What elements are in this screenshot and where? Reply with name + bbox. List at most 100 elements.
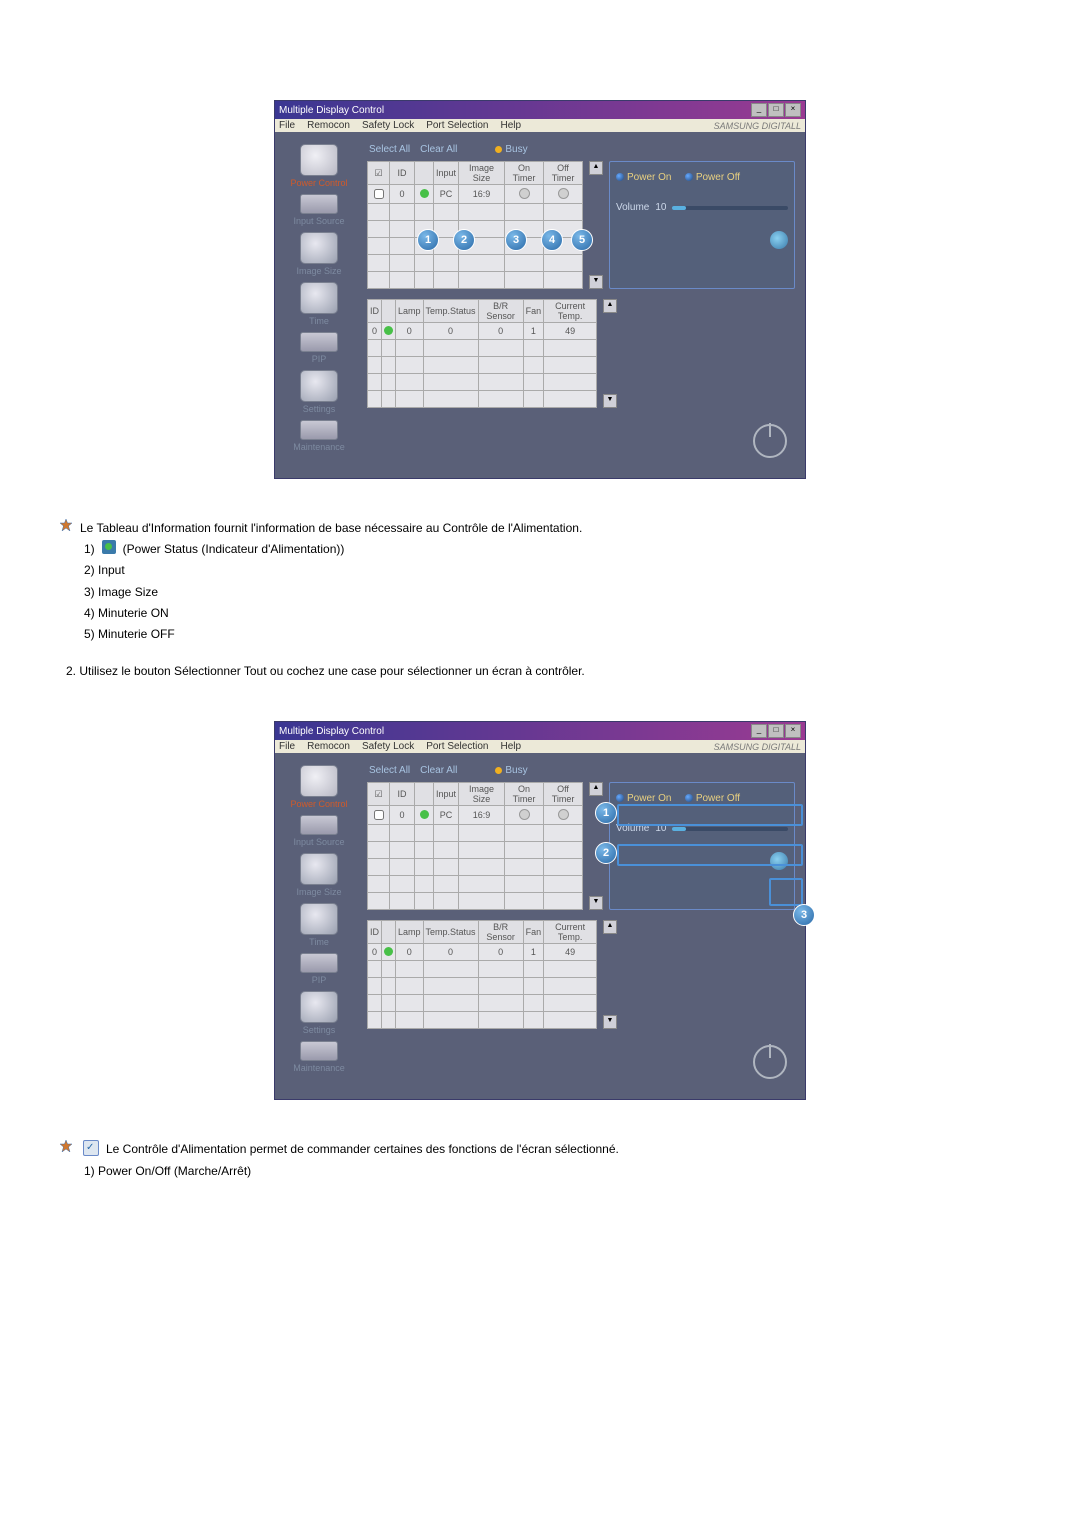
scroll-up-button[interactable]: ▲	[589, 782, 603, 796]
busy-indicator: Busy	[495, 144, 527, 155]
status-dot-icon	[420, 189, 429, 198]
sidebar-item-settings[interactable]: Settings	[285, 991, 353, 1035]
table-row[interactable]: 0 PC 16:9	[368, 185, 583, 204]
busy-dot-icon	[495, 767, 502, 774]
status-table: ID Lamp Temp.Status B/R Sensor Fan Curre…	[367, 920, 597, 1029]
sidebar-item-pip[interactable]: PIP	[285, 953, 353, 985]
minimize-button[interactable]: _	[751, 103, 767, 117]
select-all-button[interactable]: Select All	[369, 144, 410, 155]
sidebar-item-image-size[interactable]: Image Size	[285, 232, 353, 276]
sidebar-item-pip[interactable]: PIP	[285, 332, 353, 364]
menu-help[interactable]: Help	[500, 120, 521, 131]
off-timer-icon	[558, 188, 569, 199]
volume-value: 10	[655, 823, 666, 834]
off-timer-icon	[558, 809, 569, 820]
col-status	[415, 162, 434, 185]
volume-slider[interactable]	[672, 827, 788, 831]
menu-port-selection[interactable]: Port Selection	[426, 120, 488, 131]
scroll-up-button[interactable]: ▲	[603, 920, 617, 934]
col-image-size: Image Size	[459, 162, 505, 185]
desc2-l1: 1) Power On/Off (Marche/Arrêt)	[84, 1162, 251, 1181]
maximize-button[interactable]: □	[768, 103, 784, 117]
annotation2-3: 3	[793, 904, 815, 926]
speaker-icon[interactable]	[770, 231, 788, 249]
col-input: Input	[434, 162, 459, 185]
sidebar-item-power-control[interactable]: Power Control	[285, 144, 353, 188]
minimize-button[interactable]: _	[751, 724, 767, 738]
scroll-down-button[interactable]: ▼	[603, 1015, 617, 1029]
scroll-down-button[interactable]: ▼	[603, 394, 617, 408]
sidebar-item-input-source[interactable]: Input Source	[285, 815, 353, 847]
power-off-button[interactable]: Power Off	[685, 172, 740, 183]
sidebar-item-time[interactable]: Time	[285, 903, 353, 947]
power-symbol-icon	[753, 424, 787, 458]
close-button[interactable]: ×	[785, 724, 801, 738]
sidebar-item-maintenance[interactable]: Maintenance	[285, 420, 353, 452]
menu-safety-lock[interactable]: Safety Lock	[362, 120, 414, 131]
status-table: ID Lamp Temp.Status B/R Sensor Fan Curre…	[367, 299, 597, 408]
menu-help[interactable]: Help	[500, 741, 521, 752]
col-lamp: Lamp	[396, 300, 424, 323]
menubar: File Remocon Safety Lock Port Selection …	[275, 119, 805, 132]
sidebar-item-power-control[interactable]: Power Control	[285, 765, 353, 809]
star-icon	[60, 1140, 72, 1152]
clear-all-button[interactable]: Clear All	[420, 144, 457, 155]
checkbox-inline-icon	[83, 1140, 99, 1156]
annotation-5: 5	[571, 229, 593, 251]
close-button[interactable]: ×	[785, 103, 801, 117]
power-controls-panel: Power On Power Off Volume 10	[609, 161, 795, 289]
pip-icon	[300, 953, 338, 973]
menu-safety-lock[interactable]: Safety Lock	[362, 741, 414, 752]
input-source-icon	[300, 815, 338, 835]
power-on-button[interactable]: Power On	[616, 172, 671, 183]
scroll-up-button[interactable]: ▲	[603, 299, 617, 313]
sidebar-item-settings[interactable]: Settings	[285, 370, 353, 414]
sidebar-item-input-source[interactable]: Input Source	[285, 194, 353, 226]
app-window-2: Multiple Display Control _ □ × File Remo…	[274, 721, 806, 1100]
power-off-button[interactable]: Power Off	[685, 793, 740, 804]
scroll-down-button[interactable]: ▼	[589, 896, 603, 910]
status-dot-icon	[384, 947, 393, 956]
volume-slider[interactable]	[672, 206, 788, 210]
status-dot-icon	[420, 810, 429, 819]
info-table: ☑ ID Input Image Size On Timer Off Timer	[367, 782, 583, 910]
desc1-step2: 2. Utilisez le bouton Sélectionner Tout …	[66, 662, 585, 681]
clear-all-button[interactable]: Clear All	[420, 765, 457, 776]
table-row[interactable]: 0 0 0 0 1 49	[368, 323, 597, 340]
on-timer-icon	[519, 809, 530, 820]
desc1-l3: 3) Image Size	[84, 583, 158, 602]
table-row[interactable]: 0 0 0 0 1 49	[368, 944, 597, 961]
maximize-button[interactable]: □	[768, 724, 784, 738]
window-controls: _ □ ×	[751, 724, 801, 738]
volume-label: Volume	[616, 202, 649, 213]
row-checkbox[interactable]	[374, 810, 384, 820]
brand-label: SAMSUNG DIGITALL	[714, 742, 801, 752]
select-all-button[interactable]: Select All	[369, 765, 410, 776]
power-symbol-icon	[753, 1045, 787, 1079]
scroll-down-button[interactable]: ▼	[589, 275, 603, 289]
status-dot-icon	[384, 326, 393, 335]
maintenance-icon	[300, 420, 338, 440]
sidebar-item-time[interactable]: Time	[285, 282, 353, 326]
scroll-up-button[interactable]: ▲	[589, 161, 603, 175]
menu-remocon[interactable]: Remocon	[307, 120, 350, 131]
row-checkbox[interactable]	[374, 189, 384, 199]
menu-remocon[interactable]: Remocon	[307, 741, 350, 752]
sidebar-item-image-size[interactable]: Image Size	[285, 853, 353, 897]
menu-file[interactable]: File	[279, 120, 295, 131]
volume-value: 10	[655, 202, 666, 213]
time-icon	[300, 903, 338, 935]
col-on-timer: On Timer	[504, 162, 543, 185]
titlebar: Multiple Display Control _ □ ×	[275, 722, 805, 740]
menu-file[interactable]: File	[279, 741, 295, 752]
sidebar-item-maintenance[interactable]: Maintenance	[285, 1041, 353, 1073]
radio-icon	[616, 794, 624, 802]
image-size-icon	[300, 853, 338, 885]
table-row[interactable]: 0 PC 16:9	[368, 806, 583, 825]
speaker-icon[interactable]	[770, 852, 788, 870]
col-stat2	[382, 300, 396, 323]
description-block-2: Le Contrôle d'Alimentation permet de com…	[60, 1140, 1020, 1180]
power-on-button[interactable]: Power On	[616, 793, 671, 804]
window-title: Multiple Display Control	[279, 726, 384, 737]
menu-port-selection[interactable]: Port Selection	[426, 741, 488, 752]
